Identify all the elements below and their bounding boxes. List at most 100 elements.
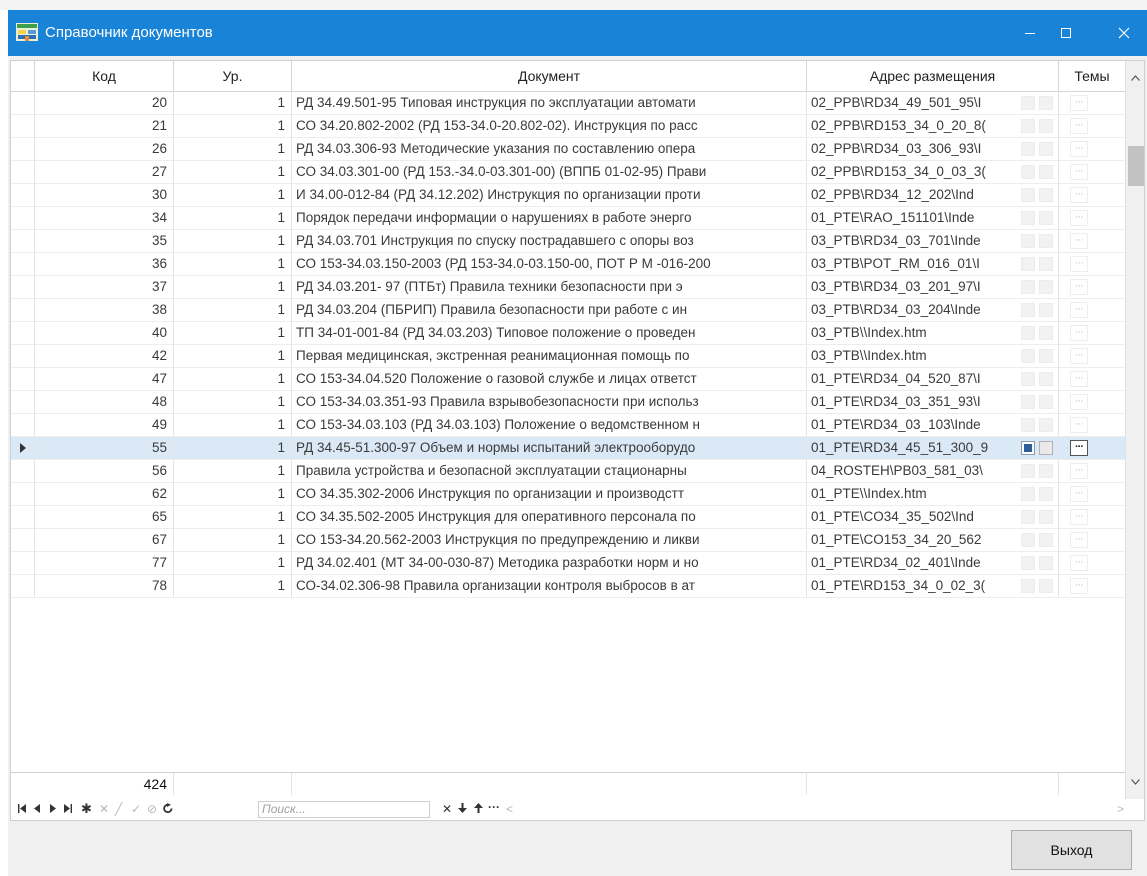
cell-kod[interactable]: 21 bbox=[35, 115, 174, 137]
cell-ur[interactable]: 1 bbox=[174, 115, 292, 137]
cell-kod[interactable]: 30 bbox=[35, 184, 174, 206]
open-local-icon[interactable] bbox=[1021, 487, 1035, 501]
table-row[interactable]: 48 1 СО 153-34.03.351-93 Правила взрывобез… bbox=[11, 391, 1125, 414]
cell-ur[interactable]: 1 bbox=[174, 207, 292, 229]
cell-ur[interactable]: 1 bbox=[174, 368, 292, 390]
cell-document[interactable]: РД 34.03.201- 97 (ПТБт) Правила техники … bbox=[292, 276, 807, 298]
refresh-icon[interactable] bbox=[163, 803, 173, 816]
table-row[interactable]: 35 1 РД 34.03.701 Инструкция по спуску пос… bbox=[11, 230, 1125, 253]
cell-ur[interactable]: 1 bbox=[174, 460, 292, 482]
search-prev-icon[interactable] bbox=[474, 803, 483, 815]
column-header-address[interactable]: Адрес размещения bbox=[807, 61, 1059, 91]
cell-kod[interactable]: 27 bbox=[35, 161, 174, 183]
cell-kod[interactable]: 62 bbox=[35, 483, 174, 505]
open-folder-icon[interactable] bbox=[1039, 395, 1053, 409]
open-folder-icon[interactable] bbox=[1039, 533, 1053, 547]
open-local-icon[interactable] bbox=[1021, 257, 1035, 271]
cell-document[interactable]: РД 34.02.401 (МТ 34-00-030-87) Методика … bbox=[292, 552, 807, 574]
cell-ur[interactable]: 1 bbox=[174, 506, 292, 528]
cell-document[interactable]: РД 34.49.501-95 Типовая инструкция по эк… bbox=[292, 92, 807, 114]
cell-kod[interactable]: 67 bbox=[35, 529, 174, 551]
themes-ellipsis-button[interactable]: ··· bbox=[1070, 509, 1088, 525]
table-row[interactable]: 55 1 РД 34.45-51.300-97 Объем и нормы испы… bbox=[11, 437, 1125, 460]
open-local-icon[interactable] bbox=[1021, 464, 1035, 478]
cell-ur[interactable]: 1 bbox=[174, 529, 292, 551]
cell-kod[interactable]: 34 bbox=[35, 207, 174, 229]
themes-ellipsis-button[interactable]: ··· bbox=[1070, 578, 1088, 594]
themes-ellipsis-button[interactable]: ··· bbox=[1070, 555, 1088, 571]
table-row[interactable]: 65 1 СО 34.35.502-2005 Инструкция для опер… bbox=[11, 506, 1125, 529]
cell-kod[interactable]: 78 bbox=[35, 575, 174, 597]
cell-kod[interactable]: 65 bbox=[35, 506, 174, 528]
open-folder-icon[interactable] bbox=[1039, 303, 1053, 317]
scroll-right-icon[interactable]: > bbox=[1117, 803, 1124, 815]
themes-ellipsis-button[interactable]: ··· bbox=[1070, 440, 1088, 456]
cell-document[interactable]: СО 153-34.20.562-2003 Инструкция по пред… bbox=[292, 529, 807, 551]
open-folder-icon[interactable] bbox=[1039, 142, 1053, 156]
cell-document[interactable]: ТП 34-01-001-84 (РД 34.03.203) Типовое п… bbox=[292, 322, 807, 344]
open-local-icon[interactable] bbox=[1021, 579, 1035, 593]
cell-document[interactable]: РД 34.03.204 (ПБРИП) Правила безопасност… bbox=[292, 299, 807, 321]
open-folder-icon[interactable] bbox=[1039, 349, 1053, 363]
scroll-left-icon[interactable]: < bbox=[506, 803, 513, 815]
cell-kod[interactable]: 26 bbox=[35, 138, 174, 160]
table-row[interactable]: 77 1 РД 34.02.401 (МТ 34-00-030-87) Методи… bbox=[11, 552, 1125, 575]
last-record-icon[interactable] bbox=[64, 803, 72, 815]
cell-ur[interactable]: 1 bbox=[174, 437, 292, 459]
cell-ur[interactable]: 1 bbox=[174, 92, 292, 114]
cell-document[interactable]: РД 34.45-51.300-97 Объем и нормы испытан… bbox=[292, 437, 807, 459]
table-row[interactable]: 30 1 И 34.00-012-84 (РД 34.12.202) Инструк… bbox=[11, 184, 1125, 207]
cell-ur[interactable]: 1 bbox=[174, 414, 292, 436]
post-record-icon[interactable]: ✓ bbox=[131, 803, 141, 815]
open-folder-icon[interactable] bbox=[1039, 464, 1053, 478]
cell-document[interactable]: СО 34.03.301-00 (РД 153.-34.0-03.301-00)… bbox=[292, 161, 807, 183]
table-row[interactable]: 38 1 РД 34.03.204 (ПБРИП) Правила безопасн… bbox=[11, 299, 1125, 322]
cell-kod[interactable]: 35 bbox=[35, 230, 174, 252]
table-row[interactable]: 20 1 РД 34.49.501-95 Типовая инструкция по… bbox=[11, 92, 1125, 115]
table-row[interactable]: 40 1 ТП 34-01-001-84 (РД 34.03.203) Типово… bbox=[11, 322, 1125, 345]
prev-record-icon[interactable] bbox=[34, 803, 40, 815]
clear-search-icon[interactable]: ✕ bbox=[442, 803, 452, 815]
column-header-kod[interactable]: Код bbox=[35, 61, 174, 91]
open-folder-icon[interactable] bbox=[1039, 326, 1053, 340]
cell-document[interactable]: РД 34.03.701 Инструкция по спуску постра… bbox=[292, 230, 807, 252]
cell-kod[interactable]: 49 bbox=[35, 414, 174, 436]
cell-document[interactable]: СО 153-34.04.520 Положение о газовой слу… bbox=[292, 368, 807, 390]
scroll-down-icon[interactable] bbox=[1131, 779, 1140, 785]
themes-ellipsis-button[interactable]: ··· bbox=[1070, 325, 1088, 341]
themes-ellipsis-button[interactable]: ··· bbox=[1070, 486, 1088, 502]
table-row[interactable]: 37 1 РД 34.03.201- 97 (ПТБт) Правила техни… bbox=[11, 276, 1125, 299]
scroll-thumb[interactable] bbox=[1128, 146, 1144, 186]
open-folder-icon[interactable] bbox=[1039, 510, 1053, 524]
cell-document[interactable]: РД 34.03.306-93 Методические указания по… bbox=[292, 138, 807, 160]
table-row[interactable]: 27 1 СО 34.03.301-00 (РД 153.-34.0-03.301-… bbox=[11, 161, 1125, 184]
open-local-icon[interactable] bbox=[1021, 556, 1035, 570]
themes-ellipsis-button[interactable]: ··· bbox=[1070, 417, 1088, 433]
scroll-up-icon[interactable] bbox=[1131, 75, 1140, 81]
table-row[interactable]: 47 1 СО 153-34.04.520 Положение о газовой … bbox=[11, 368, 1125, 391]
open-folder-icon[interactable] bbox=[1039, 188, 1053, 202]
exit-button[interactable]: Выход bbox=[1011, 830, 1132, 870]
cell-ur[interactable]: 1 bbox=[174, 184, 292, 206]
cell-kod[interactable]: 48 bbox=[35, 391, 174, 413]
open-folder-icon[interactable] bbox=[1039, 579, 1053, 593]
search-input[interactable]: Поиск... bbox=[258, 801, 430, 818]
open-local-icon[interactable] bbox=[1021, 211, 1035, 225]
cell-document[interactable]: СО 153-34.03.150-2003 (РД 153-34.0-03.15… bbox=[292, 253, 807, 275]
column-header-themes[interactable]: Темы bbox=[1059, 61, 1125, 91]
cell-ur[interactable]: 1 bbox=[174, 276, 292, 298]
open-folder-icon[interactable] bbox=[1039, 257, 1053, 271]
search-next-icon[interactable] bbox=[458, 803, 467, 815]
open-folder-icon[interactable] bbox=[1039, 96, 1053, 110]
open-folder-icon[interactable] bbox=[1039, 119, 1053, 133]
cell-kod[interactable]: 47 bbox=[35, 368, 174, 390]
cell-ur[interactable]: 1 bbox=[174, 138, 292, 160]
edit-record-icon[interactable]: ╱ bbox=[115, 803, 122, 815]
themes-ellipsis-button[interactable]: ··· bbox=[1070, 532, 1088, 548]
open-local-icon[interactable] bbox=[1021, 234, 1035, 248]
table-row[interactable]: 21 1 СО 34.20.802-2002 (РД 153-34.0-20.802… bbox=[11, 115, 1125, 138]
open-local-icon[interactable] bbox=[1021, 533, 1035, 547]
next-record-icon[interactable] bbox=[50, 803, 56, 815]
themes-ellipsis-button[interactable]: ··· bbox=[1070, 371, 1088, 387]
insert-record-icon[interactable]: ✱ bbox=[81, 802, 92, 815]
